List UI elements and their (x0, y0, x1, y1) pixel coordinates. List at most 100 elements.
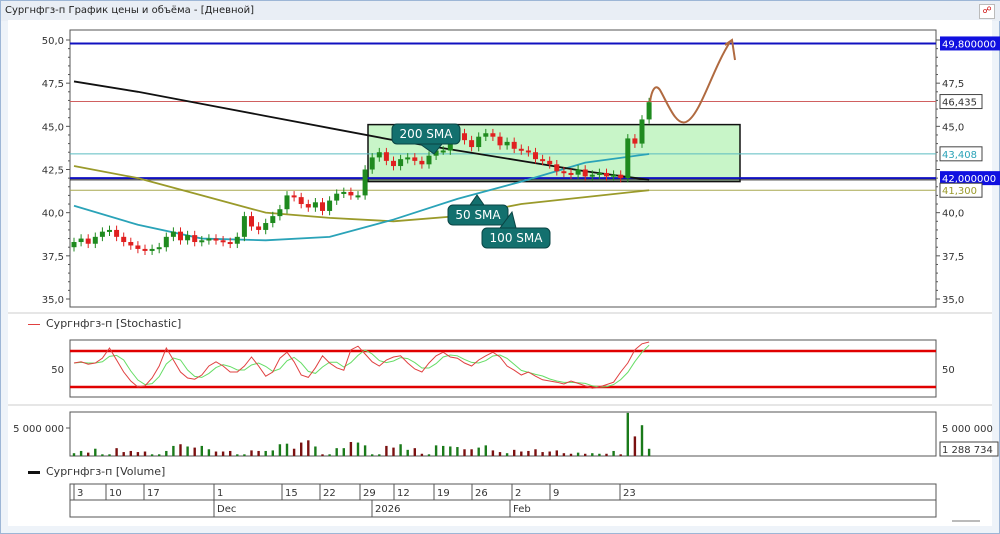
candle-body (270, 216, 276, 224)
volume-bar (165, 450, 168, 456)
volume-tick-label-left: 5 000 000 (13, 424, 64, 435)
volume-bar (456, 447, 459, 456)
volume-bar (214, 451, 218, 456)
candle-body (234, 236, 240, 244)
candle-body (249, 216, 254, 227)
date-day-label: 22 (323, 488, 336, 499)
candle-body (383, 152, 389, 161)
candle-body (568, 172, 574, 175)
date-day-label: 3 (77, 488, 83, 499)
price-tick-label-left: 47,5 (42, 79, 64, 90)
candle-body (128, 242, 134, 246)
volume-bar (513, 449, 516, 456)
volume-bar (349, 442, 353, 456)
sma100-callout-label: 100 SMA (490, 231, 544, 245)
volume-bar (250, 450, 253, 456)
volume-bar (534, 449, 537, 456)
candle-body (611, 174, 617, 177)
volume-bar (576, 452, 580, 456)
candle-body (490, 133, 496, 137)
candle-body (497, 136, 503, 146)
date-day-label: 15 (285, 488, 298, 499)
volume-bar (101, 454, 104, 456)
volume-legend: Сургнфгз-п [Volume] (28, 465, 165, 478)
volume-tick-label-right: 5 000 000 (942, 424, 993, 435)
candle-body (504, 141, 510, 146)
price-tick-label-right: 37,5 (942, 252, 964, 263)
volume-bar (94, 448, 97, 456)
sma200-callout-label: 200 SMA (400, 127, 454, 141)
candle-body (341, 191, 347, 194)
volume-bar (484, 445, 487, 456)
volume-bar (87, 452, 90, 456)
candle-body (213, 238, 219, 241)
volume-bar (115, 448, 118, 456)
candle-body (305, 204, 311, 208)
volume-bar (278, 444, 282, 456)
volume-bar (307, 440, 310, 456)
date-month-label: Dec (217, 504, 236, 515)
candle-body (284, 195, 290, 210)
volume-bar (640, 425, 644, 456)
candle-body (78, 238, 84, 243)
volume-bar (172, 445, 175, 456)
date-day-label: 2 (515, 488, 521, 499)
volume-bar (626, 412, 629, 456)
volume-bar (292, 448, 296, 456)
candle-body (334, 193, 340, 201)
candle-body (405, 157, 411, 160)
price-tick-label-right: 47,5 (942, 79, 964, 90)
sma50-callout-label: 50 SMA (455, 208, 501, 222)
volume-bar (584, 453, 587, 456)
volume-bar (406, 449, 409, 456)
date-day-label: 29 (363, 488, 376, 499)
candle-body (391, 160, 396, 167)
stochastic-legend-label: Сургнфгз-п [Stochastic] (46, 317, 182, 330)
volume-bar (236, 454, 239, 456)
stochastic-panel (69, 339, 937, 398)
volume-bar (442, 445, 445, 456)
volume-bar (79, 450, 83, 456)
volume-bar (527, 450, 530, 456)
candle-body (533, 152, 538, 160)
stochastic-legend-swatch (28, 323, 40, 325)
candle-body (298, 197, 304, 205)
candle-body (277, 209, 283, 217)
volume-bar (612, 450, 615, 456)
volume-bar (363, 445, 367, 456)
candle-body (596, 172, 602, 175)
volume-bar (647, 448, 651, 456)
candle-body (462, 133, 467, 141)
candle-body (320, 202, 325, 211)
volume-bar (108, 454, 111, 456)
volume-bar (420, 453, 424, 456)
stochastic-tick-left: 50 (51, 365, 64, 376)
date-day-label: 23 (623, 488, 636, 499)
volume-bar (427, 454, 431, 456)
volume-bar (385, 445, 388, 456)
price-level-label: 43,408 (942, 150, 977, 161)
volume-bar (129, 450, 132, 456)
date-day-label: 9 (553, 488, 559, 499)
volume-last-label: 1 288 734 (942, 445, 993, 456)
price-level-label: 49,800000 (942, 39, 996, 50)
volume-bar (463, 449, 466, 456)
volume-bar (136, 452, 140, 456)
volume-bar (300, 442, 303, 456)
candle-body (156, 247, 162, 250)
candle-body (554, 164, 560, 172)
volume-panel (69, 411, 937, 457)
candle-body (355, 195, 361, 198)
price-level-label: 41,300 (942, 186, 977, 197)
candle-body (518, 148, 524, 151)
price-tick-label-right: 35,0 (942, 295, 964, 306)
candle-body (85, 238, 91, 244)
candle-body (561, 171, 567, 174)
candle-body (199, 240, 205, 243)
candle-body (412, 157, 418, 161)
date-day-label: 10 (109, 488, 122, 499)
volume-bar (591, 453, 594, 456)
volume-bar (498, 452, 502, 456)
volume-bar (143, 451, 147, 456)
chart-canvas[interactable]: 35,0 35,0 37,5 37,5 40,0 40,0 42,5 45,0 45,0 47,5… (0, 0, 1000, 534)
